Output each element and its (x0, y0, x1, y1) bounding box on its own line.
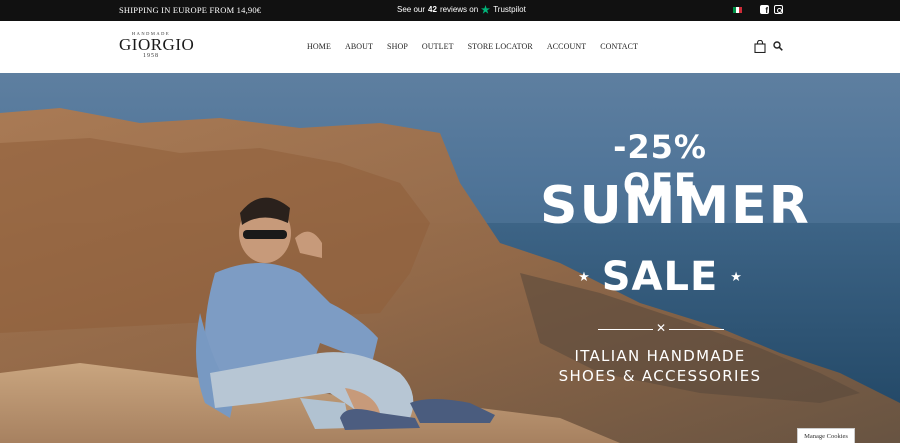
promo-tagline-line-1: ITALIAN HANDMADE (574, 347, 746, 365)
giorgio-logo[interactable]: HANDMADE GIORGIO 1958 (119, 31, 195, 65)
cross-icon: ✕ (655, 321, 667, 335)
promo-headline: SUMMER (540, 176, 811, 236)
trustpilot-reviews-link[interactable]: See our 42 reviews on Trustpilot (397, 5, 526, 14)
logo-wordmark: GIORGIO (119, 35, 195, 54)
nav-account[interactable]: ACCOUNT (547, 42, 586, 51)
announcement-bar: SHIPPING IN EUROPE FROM 14,90€ See our 4… (0, 0, 900, 21)
reviews-prefix: See our (397, 5, 426, 14)
trustpilot-label: Trustpilot (493, 5, 526, 14)
reviews-suffix: reviews on (439, 5, 479, 14)
hero-banner[interactable]: -25% OFF SUMMER ★ SALE ★ ✕ ITALIAN HANDM… (0, 73, 900, 443)
italian-flag-icon[interactable] (733, 7, 742, 13)
shipping-notice: SHIPPING IN EUROPE FROM 14,90€ (119, 5, 262, 15)
nav-home[interactable]: HOME (307, 42, 331, 51)
promo-sale: SALE (601, 254, 719, 300)
nav-shop[interactable]: SHOP (387, 42, 408, 51)
reviews-count: 42 (428, 5, 437, 14)
shopping-bag-icon[interactable] (754, 40, 766, 53)
promo-divider: ✕ (598, 321, 724, 335)
main-nav: HOME ABOUT SHOP OUTLET STORE LOCATOR ACC… (307, 42, 638, 51)
star-icon: ★ (730, 269, 742, 284)
trustpilot-star-icon (481, 5, 491, 14)
promo-sale-row: ★ SALE ★ (578, 253, 742, 301)
search-icon[interactable] (773, 41, 783, 51)
star-icon: ★ (578, 269, 590, 284)
nav-outlet[interactable]: OUTLET (422, 42, 454, 51)
site-header: HANDMADE GIORGIO 1958 HOME ABOUT SHOP OU… (0, 21, 900, 73)
manage-cookies-button[interactable]: Manage Cookies (797, 428, 855, 443)
instagram-icon[interactable] (774, 5, 783, 14)
facebook-icon[interactable] (760, 5, 769, 15)
hero-photo (0, 108, 900, 443)
promo-tagline-line-2: SHOES & ACCESSORIES (558, 367, 762, 385)
promo-tagline: ITALIAN HANDMADE SHOES & ACCESSORIES (540, 346, 780, 386)
nav-about[interactable]: ABOUT (345, 42, 373, 51)
nav-contact[interactable]: CONTACT (600, 42, 638, 51)
nav-store-locator[interactable]: STORE LOCATOR (468, 42, 533, 51)
